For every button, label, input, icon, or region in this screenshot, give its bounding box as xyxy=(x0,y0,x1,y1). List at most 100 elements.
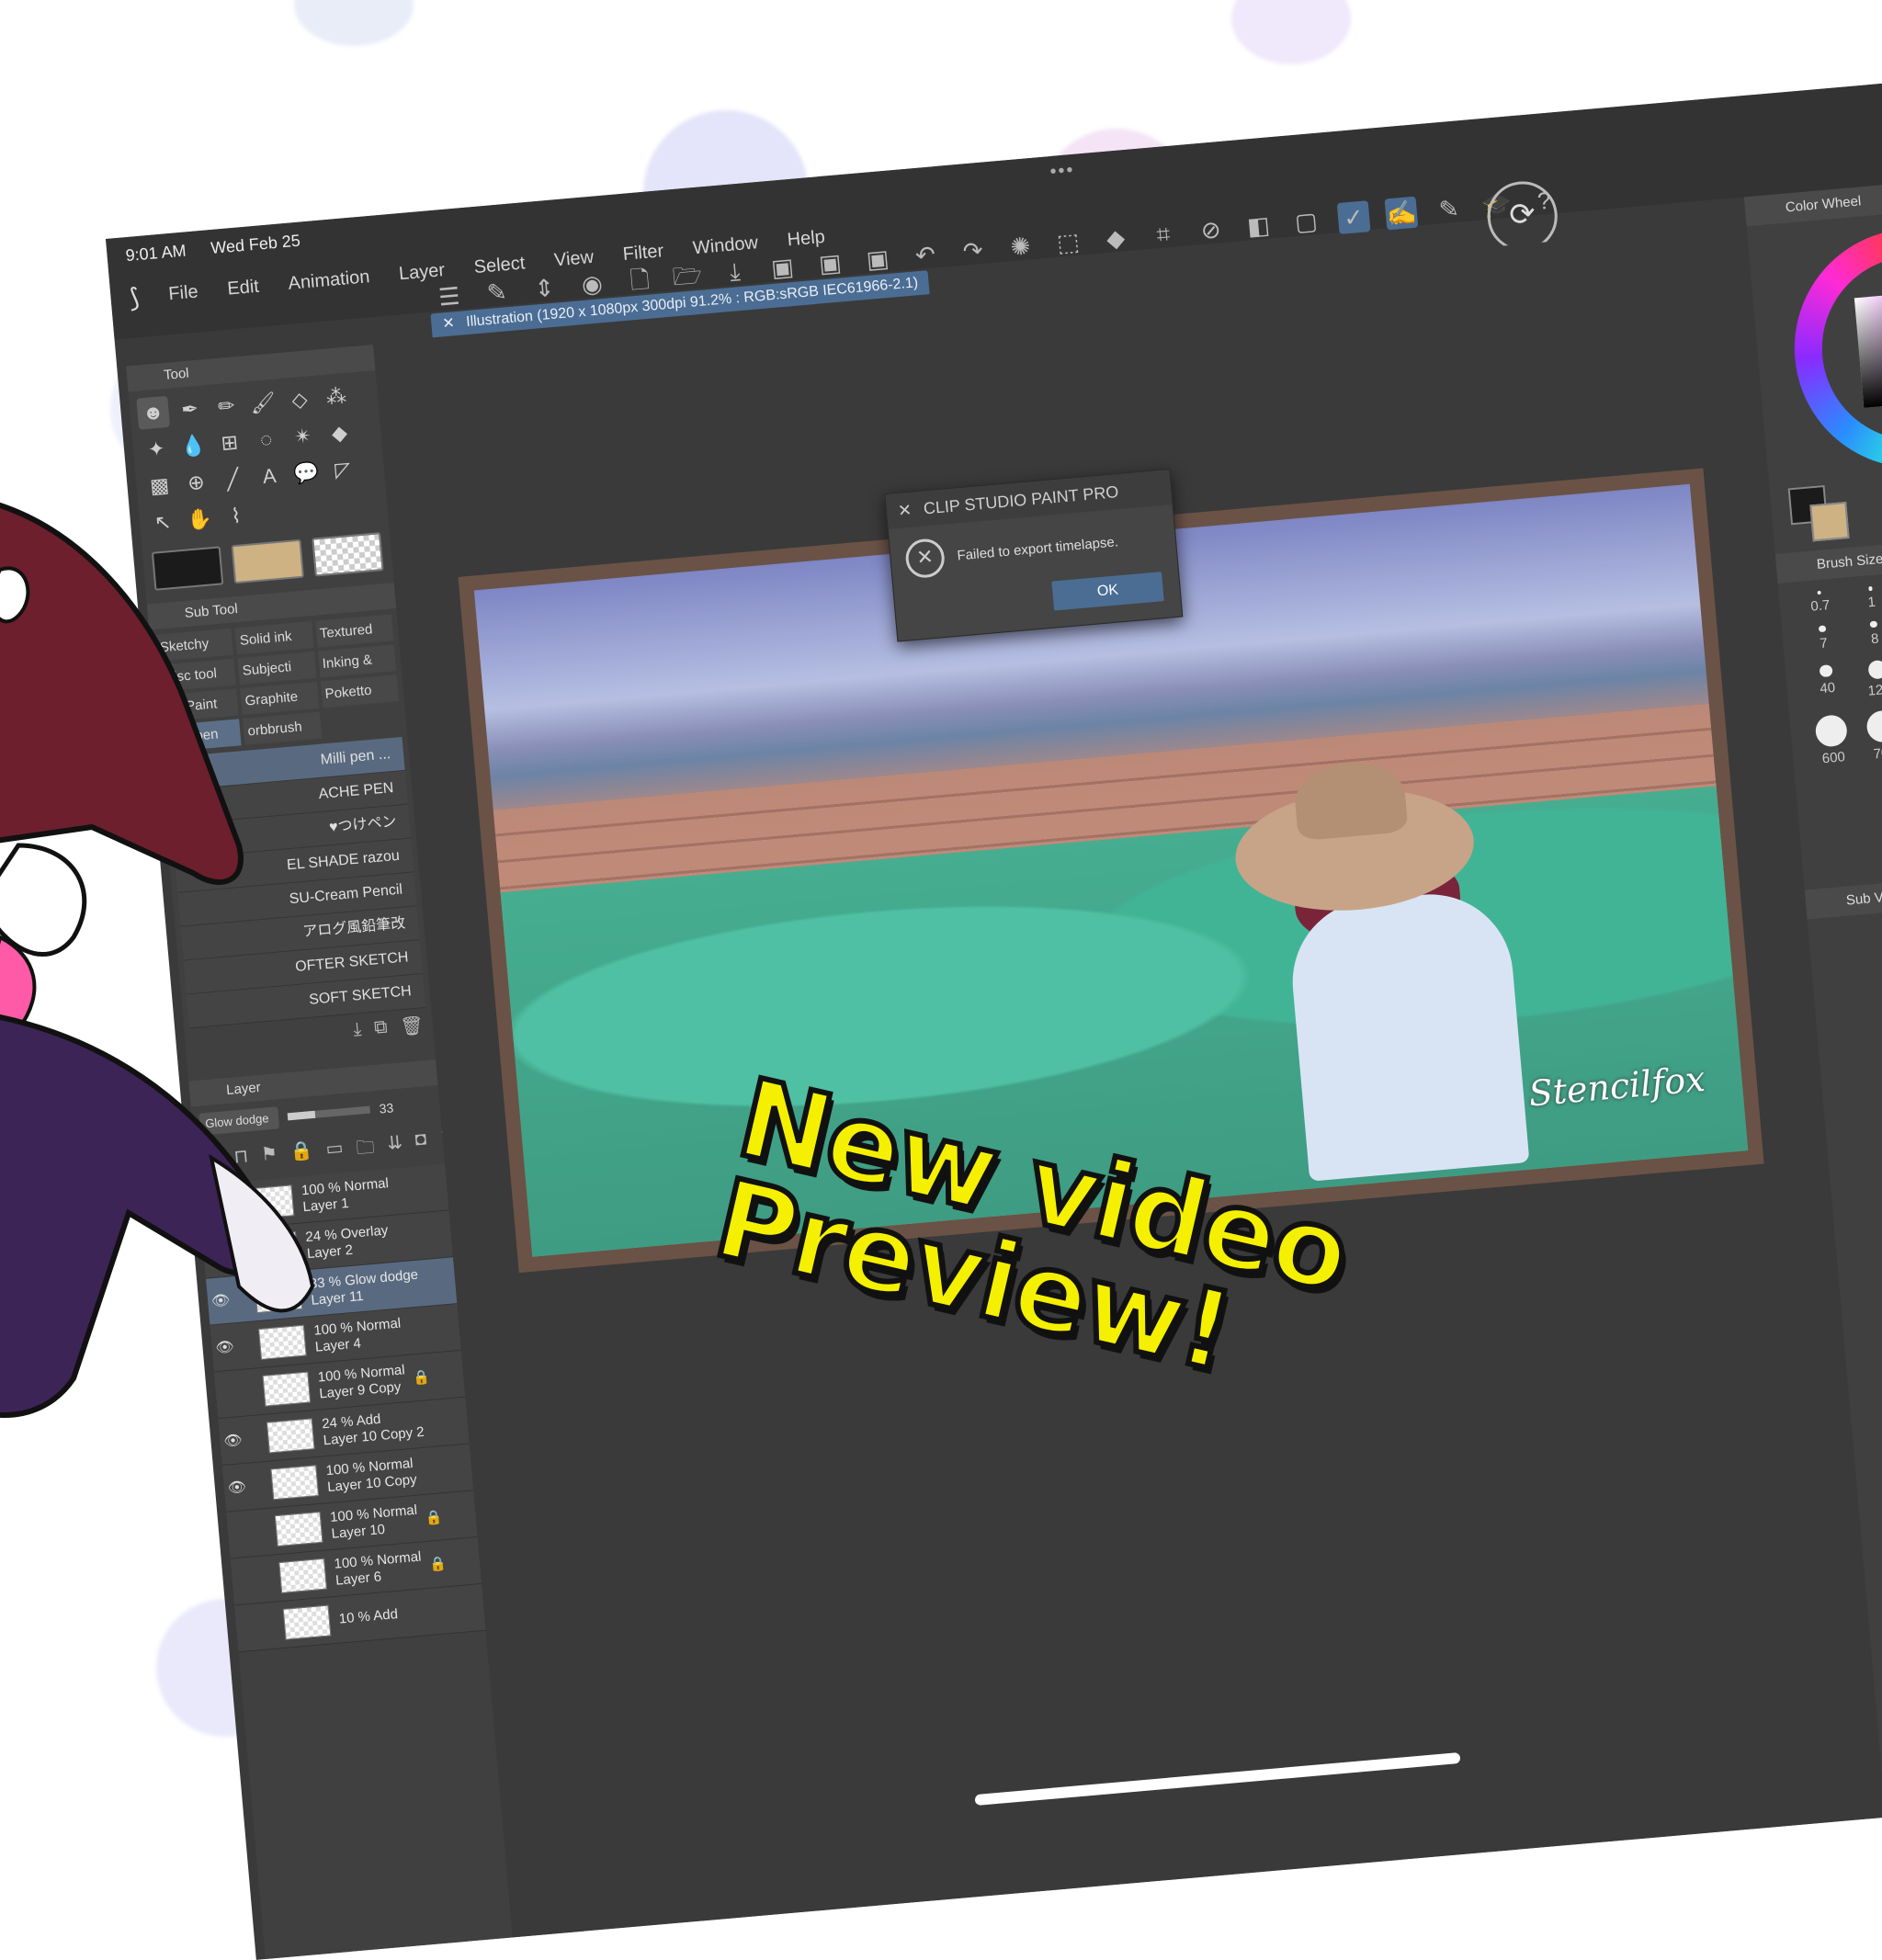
ruler-tool-icon[interactable]: ◸ xyxy=(325,453,359,487)
brush-size-label: 700 xyxy=(1872,743,1882,762)
brush-size-option[interactable]: 0.7 xyxy=(1797,589,1843,618)
fill-icon[interactable]: ◆ xyxy=(1099,221,1133,255)
airbrush-tool-icon[interactable]: ⁂ xyxy=(320,380,354,414)
sub-view-title: Sub V xyxy=(1845,889,1882,909)
layer-thumbnail xyxy=(278,1558,328,1593)
edit-icon[interactable]: ✎ xyxy=(480,276,514,310)
visibility-eye-icon[interactable] xyxy=(236,1626,262,1628)
color-wheel[interactable] xyxy=(1785,219,1882,478)
avatar-tool-icon[interactable]: ☻ xyxy=(136,395,171,430)
tablet-screen: 9:01 AM Wed Feb 25 ••• ⟆ File Edit Anima… xyxy=(106,70,1882,1960)
mascot-muzzle xyxy=(0,843,87,957)
trash-icon[interactable]: 🗑 xyxy=(400,1014,425,1038)
save-icon[interactable]: ⤓ xyxy=(718,255,752,289)
opacity-value[interactable]: 33 xyxy=(379,1100,394,1116)
brush-size-option[interactable]: 120 xyxy=(1854,658,1882,703)
layer-checkbox[interactable] xyxy=(262,1625,284,1626)
error-icon: ✕ xyxy=(903,537,947,580)
bg-dot xyxy=(1231,0,1351,64)
close-icon[interactable]: ✕ xyxy=(442,315,456,332)
invert-icon[interactable]: ◧ xyxy=(1241,209,1275,243)
download-icon[interactable]: ⤓ xyxy=(353,1019,363,1043)
brush-size-option[interactable]: 600 xyxy=(1808,713,1856,767)
layer-info: 100 % Normal Layer 6 xyxy=(334,1549,424,1590)
export-png-icon[interactable]: ▣ xyxy=(813,246,847,280)
new-file-icon[interactable]: 🗋 xyxy=(623,263,657,297)
transform-icon[interactable]: ⌗ xyxy=(1146,217,1180,251)
pen-pressure-icon[interactable]: ✓ xyxy=(1336,200,1371,234)
redo-icon[interactable]: ↷ xyxy=(956,233,990,267)
pencil-tool-icon[interactable]: ✏ xyxy=(210,390,244,424)
status-date: Wed Feb 25 xyxy=(210,231,301,258)
brush-size-option[interactable]: 8 xyxy=(1852,619,1882,653)
multitask-handle[interactable]: ••• xyxy=(1049,160,1076,183)
menu-file[interactable]: File xyxy=(167,281,198,305)
color-wheel-title: Color Wheel xyxy=(1785,193,1862,216)
brush-tool-icon[interactable]: 🖌 xyxy=(246,386,280,420)
menu-edit[interactable]: Edit xyxy=(226,277,259,300)
canvas-workspace[interactable]: Stencilfox ✕ CLIP STUDIO PAINT PRO ✕ Fai… xyxy=(373,224,1882,1938)
brush-size-dot xyxy=(1869,620,1877,629)
loading-icon[interactable]: ✺ xyxy=(1003,230,1037,264)
brush-size-option[interactable]: 1 xyxy=(1848,584,1882,614)
new-folder-icon[interactable]: 🗀 xyxy=(355,1133,376,1166)
status-time: 9:01 AM xyxy=(124,241,187,266)
duplicate-icon[interactable]: ⧉ xyxy=(373,1017,388,1041)
lock-icon: 🔒 xyxy=(412,1368,431,1387)
status-bar: 9:01 AM Wed Feb 25 xyxy=(125,230,322,266)
fill-tool-icon[interactable]: ◆ xyxy=(323,416,357,450)
frame-tool-icon[interactable]: ⊞ xyxy=(212,426,246,460)
undo-icon[interactable]: ↶ xyxy=(908,238,942,272)
brush-size-option[interactable]: 40 xyxy=(1804,663,1852,708)
stylus-icon[interactable]: ✎ xyxy=(1432,192,1466,226)
brush-size-label: 40 xyxy=(1819,679,1836,697)
blend-tool-icon[interactable]: 💧 xyxy=(176,429,210,463)
mascot-hand xyxy=(209,1153,315,1313)
export-jpg-icon[interactable]: ▣ xyxy=(765,251,799,285)
brush-size-label: 1 xyxy=(1866,594,1876,610)
error-dialog: ✕ CLIP STUDIO PAINT PRO ✕ Failed to expo… xyxy=(884,469,1184,642)
dialog-message: Failed to export timelapse. xyxy=(956,533,1119,564)
lock-icon: 🔒 xyxy=(428,1556,448,1573)
bg-dot xyxy=(294,0,414,46)
mascot-head xyxy=(0,502,244,885)
brush-size-label: 600 xyxy=(1821,748,1846,766)
hamburger-icon[interactable]: ☰ xyxy=(432,279,466,313)
brush-size-dot xyxy=(1814,713,1849,748)
app-logo-icon[interactable]: ⟆ xyxy=(128,282,141,313)
magic-wand-tool-icon[interactable]: ✴ xyxy=(286,420,320,454)
stepper-icon[interactable]: ⇕ xyxy=(527,271,561,305)
layer-checkbox[interactable] xyxy=(258,1578,280,1580)
brush-size-dot xyxy=(1867,659,1882,680)
export-psd-icon[interactable]: ▣ xyxy=(861,242,895,276)
menu-animation[interactable]: Animation xyxy=(288,266,371,295)
visibility-eye-icon[interactable] xyxy=(232,1580,258,1581)
brush-size-option[interactable]: 7 xyxy=(1800,624,1847,658)
color-mini-swatches xyxy=(1787,464,1882,552)
brush-size-dot xyxy=(1819,663,1833,677)
mask-icon[interactable]: ◘ xyxy=(414,1128,428,1161)
brush-size-title: Brush Size xyxy=(1816,550,1882,573)
sub-view-header: Sub V xyxy=(1804,864,1882,919)
brush-size-option[interactable]: 700 xyxy=(1859,708,1882,763)
subtool-poketto[interactable]: Poketto xyxy=(320,674,400,708)
selection-border-icon[interactable]: ▢ xyxy=(1289,205,1323,239)
deselect-icon[interactable]: ⊘ xyxy=(1194,213,1228,247)
brush-mode-icon[interactable]: ✍ xyxy=(1384,196,1419,231)
clear-icon[interactable]: ⬚ xyxy=(1051,225,1085,259)
brush-size-label: 120 xyxy=(1866,681,1882,699)
lasso-tool-icon[interactable]: ◌ xyxy=(249,423,283,457)
brush-size-grid: 0.711.5678253040120150170600700800 xyxy=(1778,558,1882,780)
layer-info: 24 % Add Layer 10 Copy 2 xyxy=(322,1408,425,1449)
brush-size-label: 0.7 xyxy=(1809,597,1831,616)
layer-info: 10 % Add xyxy=(338,1606,399,1628)
sub-color-swatch[interactable] xyxy=(1809,502,1850,542)
eraser-tool-icon[interactable]: ◇ xyxy=(283,383,317,417)
record-icon[interactable]: ◉ xyxy=(575,267,609,301)
open-folder-icon[interactable]: 🗁 xyxy=(670,259,704,293)
pen-tool-icon[interactable]: ✒ xyxy=(173,392,207,426)
layer-thumbnail xyxy=(282,1604,332,1640)
brush-size-dot xyxy=(1817,590,1821,595)
merge-icon[interactable]: ⇊ xyxy=(386,1131,404,1163)
close-icon[interactable]: ✕ xyxy=(896,493,913,528)
